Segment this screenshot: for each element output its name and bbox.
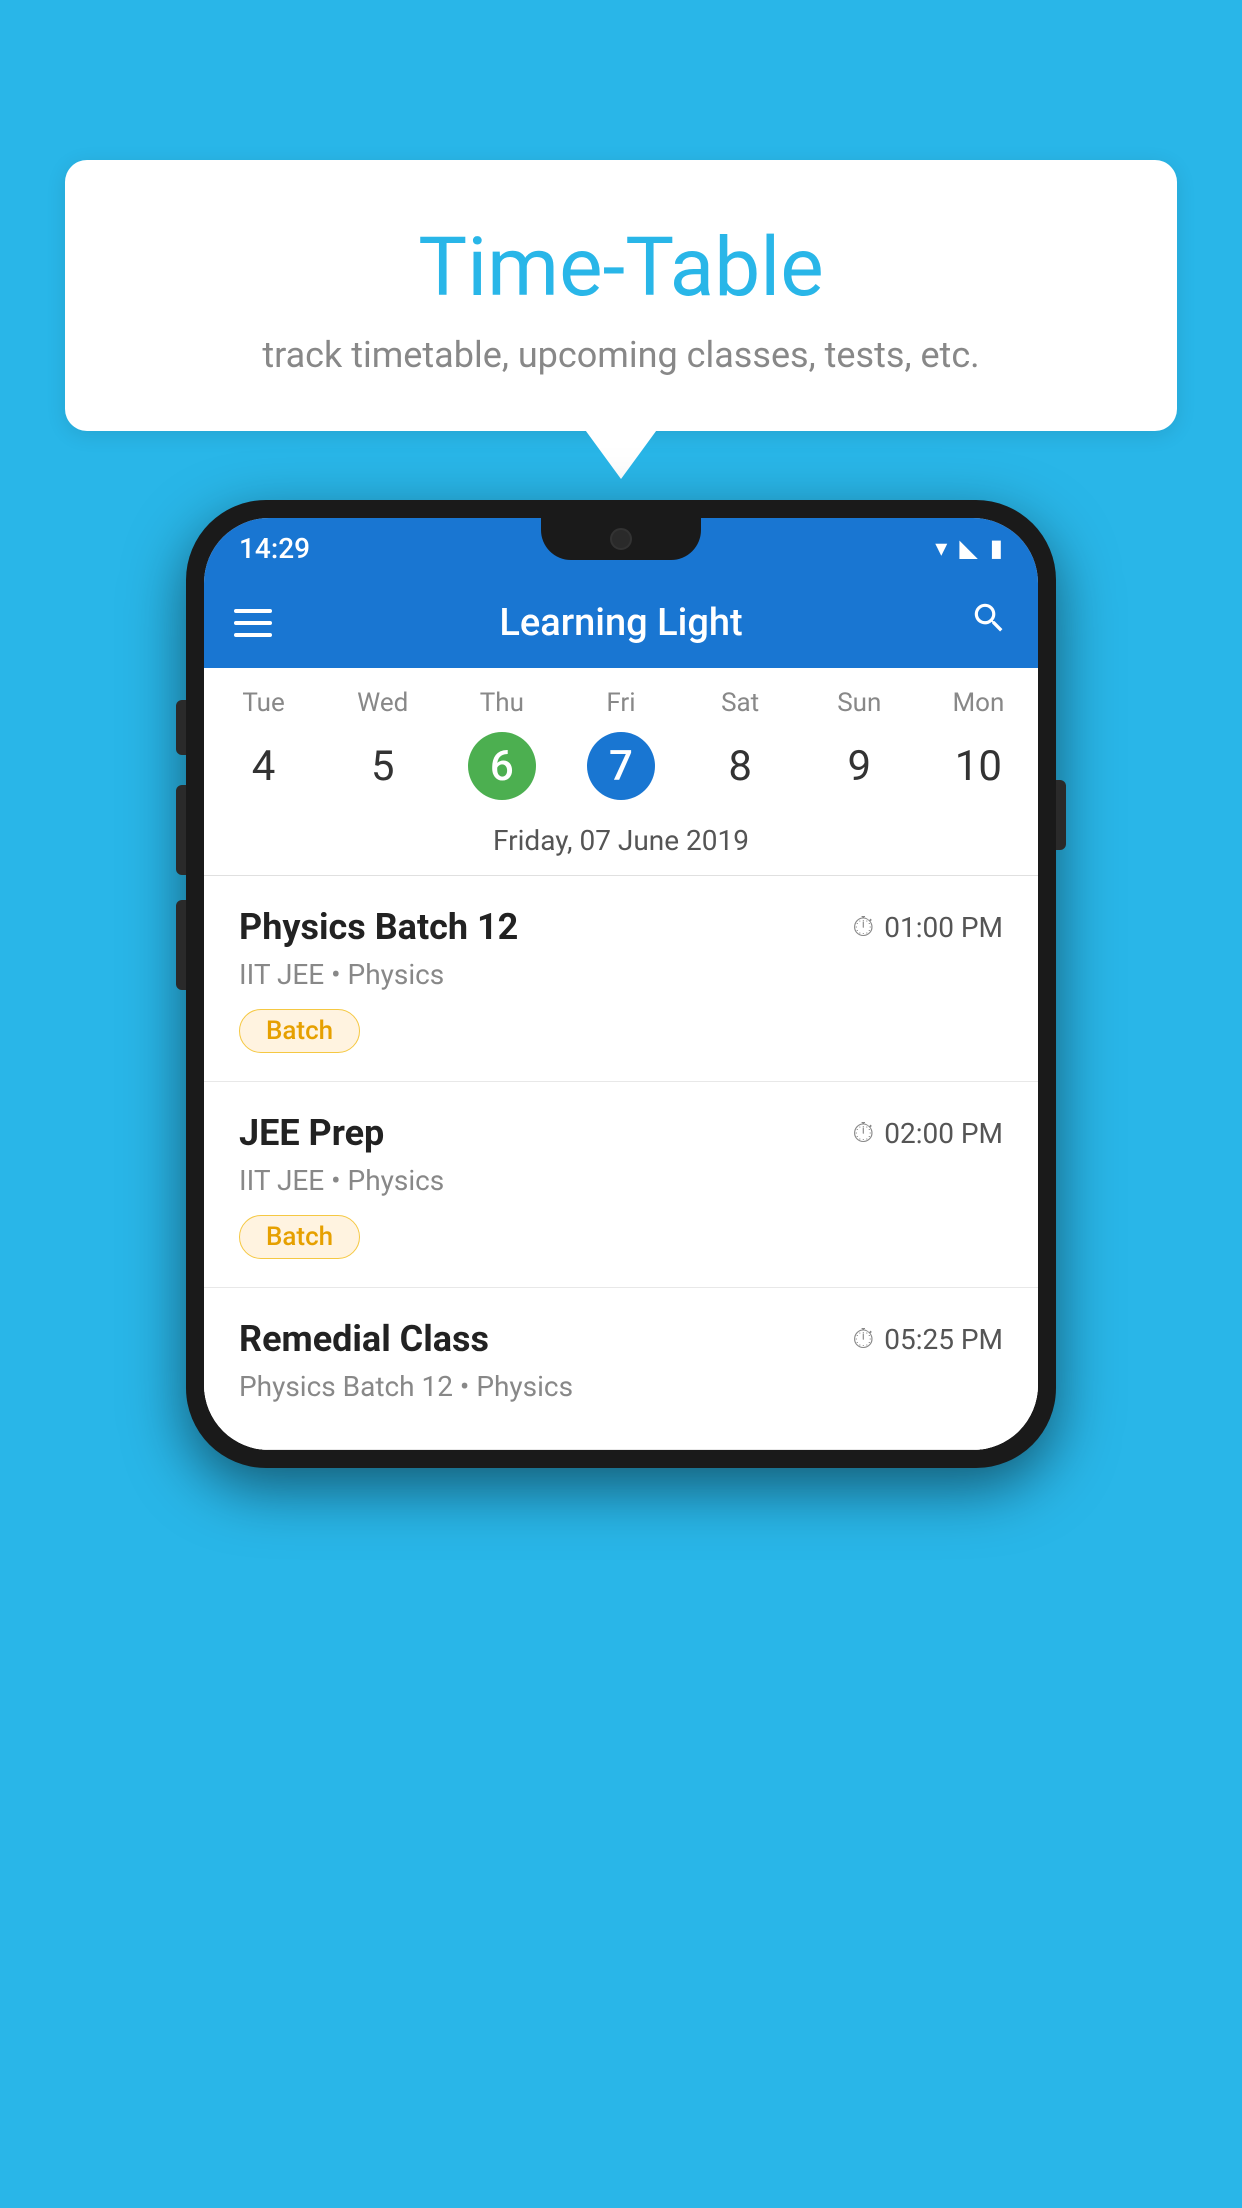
day-col-thu[interactable]: Thu 6	[442, 688, 561, 800]
day-name: Thu	[442, 688, 561, 718]
day-number[interactable]: 4	[230, 732, 298, 800]
schedule-item-header: Remedial Class ⏱ 05:25 PM	[239, 1318, 1003, 1360]
selected-date-label: Friday, 07 June 2019	[204, 810, 1038, 875]
batch-tag: Batch	[239, 1215, 360, 1259]
day-number[interactable]: 6	[468, 732, 536, 800]
day-number[interactable]: 5	[349, 732, 417, 800]
speech-bubble: Time-Table track timetable, upcoming cla…	[65, 160, 1177, 431]
item-time: ⏱ 01:00 PM	[852, 910, 1003, 944]
hamburger-menu[interactable]	[234, 609, 272, 637]
schedule-item-header: JEE Prep ⏱ 02:00 PM	[239, 1112, 1003, 1154]
day-name: Sun	[800, 688, 919, 718]
item-time: ⏱ 02:00 PM	[852, 1116, 1003, 1150]
day-col-sat[interactable]: Sat 8	[681, 688, 800, 800]
power-button	[1056, 780, 1066, 850]
phone-mockup: 14:29 ▾ ◣ ▮ Learning Light	[186, 500, 1056, 1468]
hamburger-line-2	[234, 621, 272, 625]
schedule-item[interactable]: Remedial Class ⏱ 05:25 PM Physics Batch 12 …	[204, 1288, 1038, 1450]
hamburger-line-1	[234, 609, 272, 613]
battery-icon: ▮	[990, 534, 1003, 562]
calendar-strip: Tue 4 Wed 5 Thu 6 Fri 7 Sat 8 Sun 9 Mon 10 Friday, 07…	[204, 668, 1038, 876]
item-subtitle: IIT JEE • Physics	[239, 1164, 1003, 1197]
day-name: Tue	[204, 688, 323, 718]
batch-tag: Batch	[239, 1009, 360, 1053]
phone-screen: 14:29 ▾ ◣ ▮ Learning Light	[204, 518, 1038, 1450]
signal-icon: ◣	[959, 534, 977, 562]
day-name: Wed	[323, 688, 442, 718]
item-title: JEE Prep	[239, 1112, 384, 1154]
bubble-title: Time-Table	[115, 220, 1127, 316]
day-number[interactable]: 9	[825, 732, 893, 800]
day-number[interactable]: 7	[587, 732, 655, 800]
item-title: Remedial Class	[239, 1318, 489, 1360]
app-title: Learning Light	[300, 601, 942, 645]
schedule-item[interactable]: JEE Prep ⏱ 02:00 PM IIT JEE • Physics Batch	[204, 1082, 1038, 1288]
days-row: Tue 4 Wed 5 Thu 6 Fri 7 Sat 8 Sun 9 Mon 10	[204, 668, 1038, 810]
phone-outer: 14:29 ▾ ◣ ▮ Learning Light	[186, 500, 1056, 1468]
speech-bubble-container: Time-Table track timetable, upcoming cla…	[65, 160, 1177, 431]
schedule-item[interactable]: Physics Batch 12 ⏱ 01:00 PM IIT JEE • Physi…	[204, 876, 1038, 1082]
hamburger-line-3	[234, 633, 272, 637]
day-number[interactable]: 8	[706, 732, 774, 800]
schedule-list: Physics Batch 12 ⏱ 01:00 PM IIT JEE • Physi…	[204, 876, 1038, 1450]
status-time: 14:29	[239, 532, 310, 565]
day-col-sun[interactable]: Sun 9	[800, 688, 919, 800]
search-button[interactable]	[970, 599, 1008, 647]
time-value: 05:25 PM	[884, 1323, 1003, 1356]
day-name: Mon	[919, 688, 1038, 718]
day-name: Fri	[561, 688, 680, 718]
day-col-mon[interactable]: Mon 10	[919, 688, 1038, 800]
phone-camera	[610, 528, 632, 550]
phone-notch	[541, 518, 701, 560]
clock-icon: ⏱	[852, 1116, 874, 1150]
bubble-subtitle: track timetable, upcoming classes, tests…	[115, 334, 1127, 376]
wifi-icon: ▾	[935, 534, 947, 562]
day-col-tue[interactable]: Tue 4	[204, 688, 323, 800]
app-bar: Learning Light	[204, 578, 1038, 668]
time-value: 01:00 PM	[884, 911, 1003, 944]
day-number[interactable]: 10	[944, 732, 1012, 800]
volume-up-button	[176, 785, 186, 875]
time-value: 02:00 PM	[884, 1117, 1003, 1150]
schedule-item-header: Physics Batch 12 ⏱ 01:00 PM	[239, 906, 1003, 948]
clock-icon: ⏱	[852, 910, 874, 944]
day-col-fri[interactable]: Fri 7	[561, 688, 680, 800]
item-title: Physics Batch 12	[239, 906, 518, 948]
silent-button	[176, 700, 186, 755]
status-icons: ▾ ◣ ▮	[935, 534, 1003, 562]
item-subtitle: Physics Batch 12 • Physics	[239, 1370, 1003, 1403]
item-time: ⏱ 05:25 PM	[852, 1322, 1003, 1356]
clock-icon: ⏱	[852, 1322, 874, 1356]
day-name: Sat	[681, 688, 800, 718]
day-col-wed[interactable]: Wed 5	[323, 688, 442, 800]
item-subtitle: IIT JEE • Physics	[239, 958, 1003, 991]
volume-down-button	[176, 900, 186, 990]
